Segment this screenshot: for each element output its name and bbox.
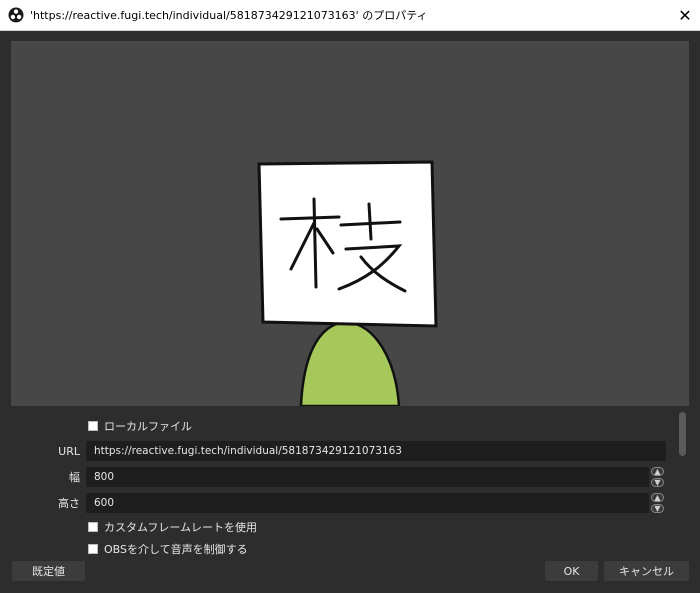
properties-scrollbar[interactable] [676,406,689,556]
height-label: 高さ [58,497,80,510]
audio-control-checkbox[interactable]: OBSを介して音声を制御する [88,541,248,557]
height-input[interactable]: 600 [86,493,649,513]
width-stepper[interactable]: ▲ ▼ [651,467,666,487]
url-row: URL https://reactive.fugi.tech/individua… [11,440,676,462]
properties-panel: ローカルファイル URL https://reactive.fugi.tech/… [11,406,676,556]
width-label: 幅 [69,471,80,484]
chevron-up-icon[interactable]: ▲ [651,467,664,476]
properties-dialog: ローカルファイル URL https://reactive.fugi.tech/… [0,31,700,593]
custom-fps-checkbox[interactable]: カスタムフレームレートを使用 [88,519,257,535]
close-icon[interactable]: ✕ [670,0,700,31]
cancel-button[interactable]: キャンセル [604,561,689,581]
ok-button[interactable]: OK [545,561,598,581]
window-title: 'https://reactive.fugi.tech/individual/5… [30,9,428,22]
checkbox-box[interactable] [88,522,98,532]
width-input[interactable]: 800 [86,467,649,487]
height-row: 高さ 600 ▲ ▼ [11,492,676,514]
local-file-label: ローカルファイル [104,420,192,433]
chevron-down-icon[interactable]: ▼ [651,504,664,513]
audio-control-label: OBSを介して音声を制御する [104,543,248,556]
source-preview [11,41,689,406]
width-row: 幅 800 ▲ ▼ [11,466,676,488]
sign-board [257,160,438,328]
defaults-button[interactable]: 既定値 [12,561,85,581]
url-label: URL [58,444,80,458]
character-body [299,320,401,406]
obs-logo-icon [8,7,24,23]
chevron-down-icon[interactable]: ▼ [651,478,664,487]
scrollbar-thumb[interactable] [679,412,686,456]
custom-fps-label: カスタムフレームレートを使用 [104,521,258,534]
url-input[interactable]: https://reactive.fugi.tech/individual/58… [86,441,666,461]
chevron-up-icon[interactable]: ▲ [651,493,664,502]
local-file-checkbox[interactable]: ローカルファイル [88,418,192,434]
preview-canvas [257,160,438,406]
height-stepper[interactable]: ▲ ▼ [651,493,666,513]
title-bar: 'https://reactive.fugi.tech/individual/5… [0,0,700,31]
checkbox-box[interactable] [88,544,98,554]
checkbox-box[interactable] [88,421,98,431]
